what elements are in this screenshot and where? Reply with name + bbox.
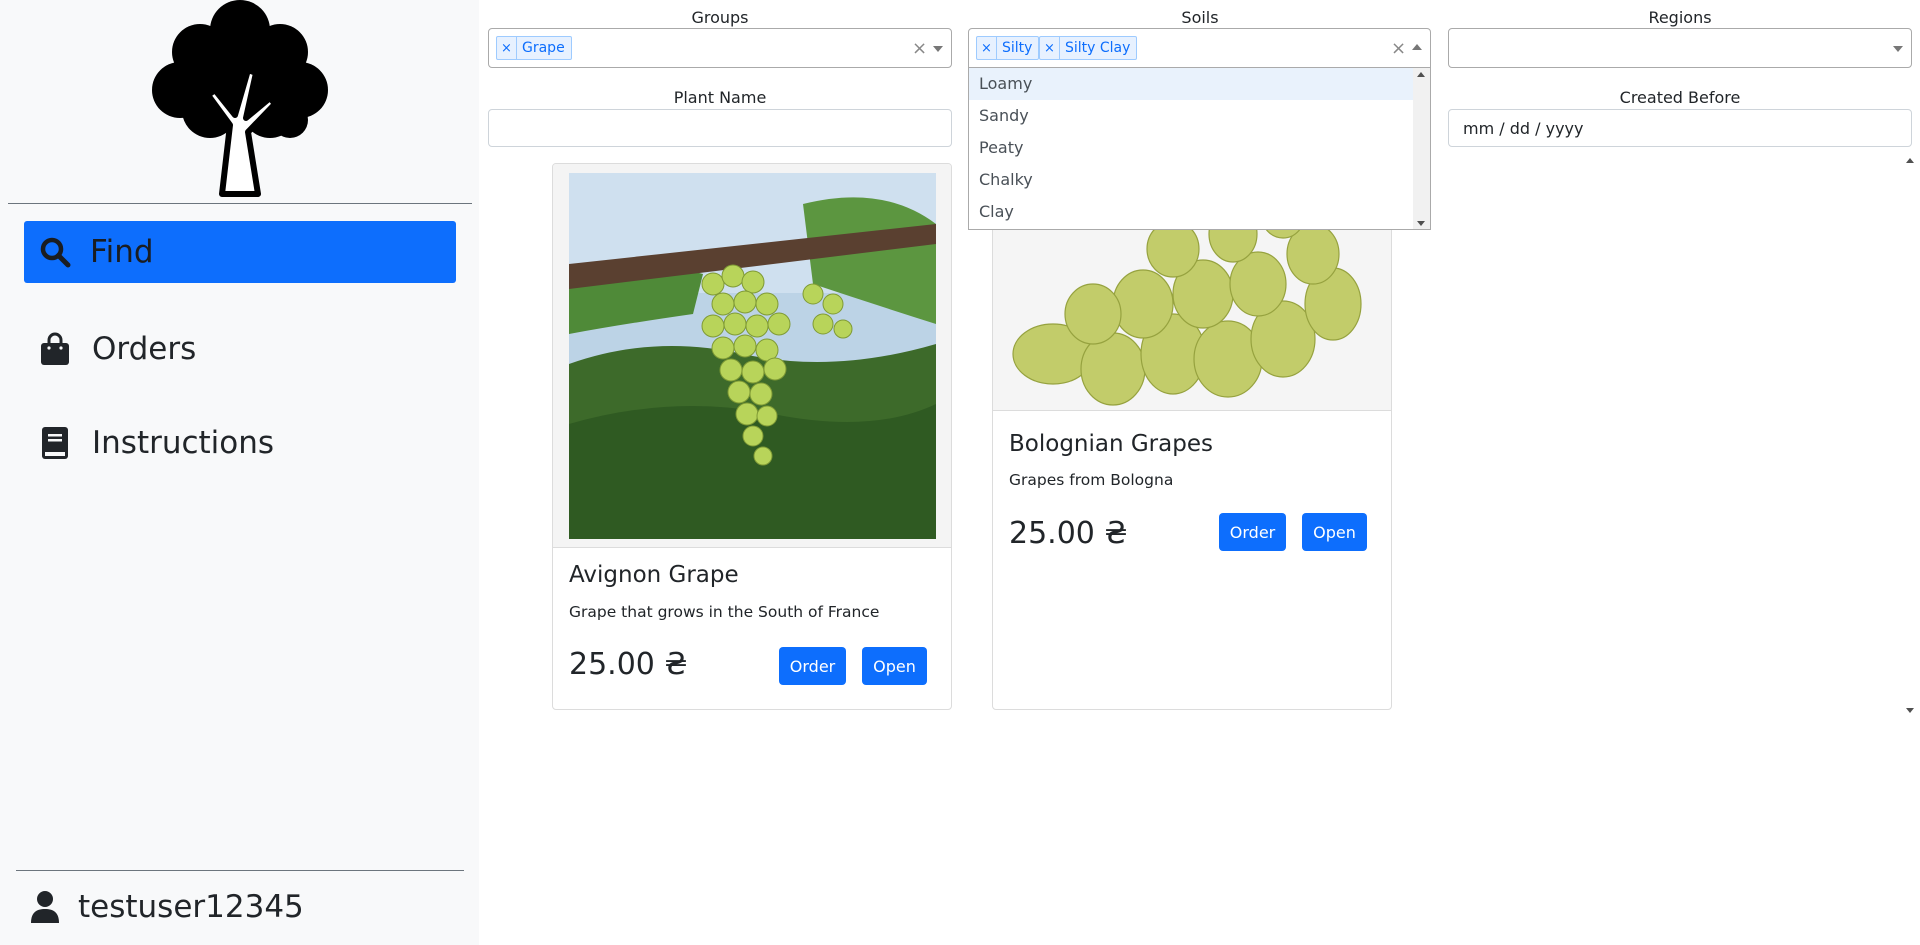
remove-tag-icon[interactable]: ×	[497, 37, 517, 59]
chevron-up-icon[interactable]	[1412, 44, 1422, 50]
username: testuser12345	[78, 889, 304, 925]
user-profile[interactable]: testuser12345	[30, 882, 304, 932]
dropdown-option[interactable]: Chalky	[969, 164, 1414, 196]
dropdown-scrollbar[interactable]	[1413, 68, 1430, 229]
scroll-up-arrow-icon[interactable]	[1417, 72, 1425, 77]
sidebar-item-label: Instructions	[92, 425, 275, 461]
sidebar-item-find[interactable]: Find	[24, 221, 456, 283]
clear-icon[interactable]: ×	[1391, 38, 1406, 59]
groups-select[interactable]: × Grape ×	[488, 28, 952, 68]
created-before-date-input[interactable]: mm / dd / yyyy	[1448, 109, 1912, 147]
tag-label: Grape	[522, 40, 565, 56]
remove-tag-icon[interactable]: ×	[1040, 37, 1060, 59]
product-card: Avignon Grape Grape that grows in the So…	[552, 163, 952, 710]
dropdown-option[interactable]: Sandy	[969, 100, 1414, 132]
tag-label: Silty	[1002, 40, 1033, 56]
dropdown-option[interactable]: Peaty	[969, 132, 1414, 164]
scroll-down-arrow-icon[interactable]	[1906, 708, 1914, 713]
tree-logo-icon	[140, 0, 340, 200]
product-name: Bolognian Grapes	[1009, 431, 1213, 457]
chevron-down-icon[interactable]	[933, 46, 943, 52]
product-image	[553, 164, 951, 548]
user-divider	[16, 870, 464, 871]
groups-label: Groups	[691, 8, 749, 27]
chevron-down-icon[interactable]	[1893, 46, 1903, 52]
search-icon	[38, 235, 72, 269]
soils-dropdown-list: Loamy Sandy Peaty Chalky Clay	[968, 68, 1431, 230]
product-price: 25.00 ₴	[1009, 516, 1128, 551]
product-description: Grapes from Bologna	[1009, 471, 1174, 489]
product-description: Grape that grows in the South of France	[569, 603, 880, 621]
scroll-up-arrow-icon[interactable]	[1906, 158, 1914, 163]
selected-tag: × Silty	[976, 36, 1040, 60]
sidebar-item-instructions[interactable]: Instructions	[24, 412, 456, 474]
sidebar-item-label: Orders	[92, 331, 197, 367]
created-before-label: Created Before	[1619, 88, 1741, 107]
tag-label: Silty Clay	[1065, 40, 1131, 56]
regions-label: Regions	[1648, 8, 1712, 27]
logo-divider	[8, 203, 472, 204]
scroll-down-arrow-icon[interactable]	[1417, 221, 1425, 226]
plant-name-label: Plant Name	[673, 88, 767, 107]
product-price: 25.00 ₴	[569, 647, 688, 682]
shopping-bag-icon	[38, 332, 72, 366]
clear-icon[interactable]: ×	[912, 38, 927, 59]
user-icon	[30, 890, 62, 924]
sidebar-item-label: Find	[90, 234, 154, 270]
soils-select[interactable]: × Silty × Silty Clay ×	[968, 28, 1431, 68]
order-button[interactable]: Order	[1219, 513, 1286, 551]
soils-label: Soils	[1181, 8, 1219, 27]
open-button[interactable]: Open	[1302, 513, 1367, 551]
dropdown-option[interactable]: Loamy	[969, 68, 1414, 100]
dropdown-option[interactable]: Clay	[969, 196, 1414, 228]
selected-tag: × Grape	[496, 36, 572, 60]
selected-tag: × Silty Clay	[1039, 36, 1138, 60]
sidebar-item-orders[interactable]: Orders	[24, 318, 456, 380]
regions-select[interactable]	[1448, 28, 1912, 68]
remove-tag-icon[interactable]: ×	[977, 37, 997, 59]
product-name: Avignon Grape	[569, 562, 739, 588]
sidebar: Find Orders Instructions testuser12345	[0, 0, 479, 945]
plant-name-input[interactable]	[488, 109, 952, 147]
book-icon	[38, 426, 72, 460]
order-button[interactable]: Order	[779, 647, 846, 685]
product-card: Bolognian Grapes Grapes from Bologna 25.…	[992, 163, 1392, 710]
open-button[interactable]: Open	[862, 647, 927, 685]
